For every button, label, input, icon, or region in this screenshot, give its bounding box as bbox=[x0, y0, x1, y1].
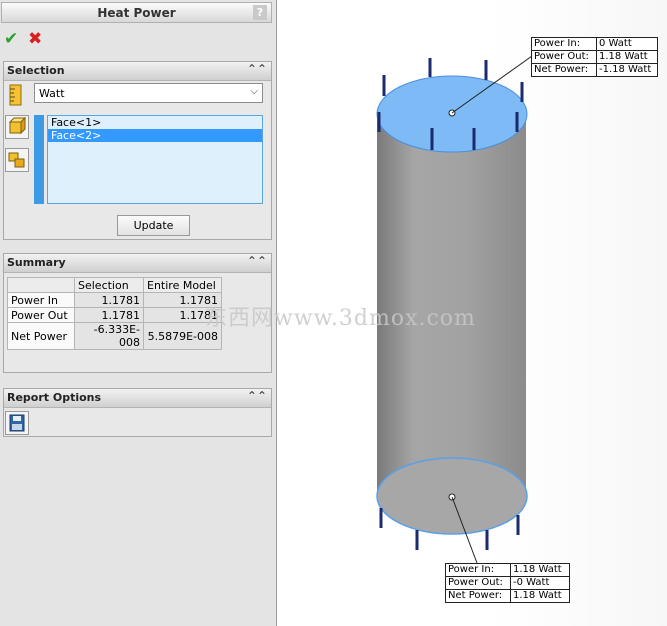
units-dropdown[interactable]: Watt ⌵ bbox=[34, 83, 263, 103]
help-icon[interactable]: ? bbox=[253, 5, 267, 20]
summary-table: Selection Entire Model Power In 1.1781 1… bbox=[7, 277, 222, 350]
table-row: Net Power -6.333E-008 5.5879E-008 bbox=[7, 322, 222, 350]
callout-row: Power Out: 1.18 Watt bbox=[532, 50, 657, 63]
ok-check-icon[interactable]: ✔ bbox=[4, 30, 18, 48]
table-row: Power In 1.1781 1.1781 bbox=[7, 292, 222, 308]
callout-key: Power In: bbox=[532, 38, 597, 50]
callout-row: Power Out: -0 Watt bbox=[446, 576, 569, 589]
units-value: Watt bbox=[39, 87, 65, 100]
callout-value: 1.18 Watt bbox=[599, 51, 648, 62]
table-header-selection: Selection bbox=[74, 277, 144, 293]
callout-key: Net Power: bbox=[532, 64, 597, 76]
report-options-title: Report Options bbox=[7, 391, 102, 404]
table-header-blank bbox=[7, 277, 75, 293]
cell-selection: -6.333E-008 bbox=[74, 322, 144, 350]
panel-titlebar: Heat Power ? bbox=[1, 2, 272, 23]
units-ruler-icon bbox=[9, 84, 22, 106]
row-label: Power In bbox=[7, 292, 75, 308]
row-label: Power Out bbox=[7, 307, 75, 323]
report-options-header[interactable]: Report Options ⌃⌃ bbox=[4, 389, 271, 408]
callout-key: Power Out: bbox=[446, 577, 511, 589]
callout-value: -1.18 Watt bbox=[599, 64, 652, 75]
watermark-text: 东西网www.3dmox.com bbox=[205, 306, 476, 331]
callout-value: 0 Watt bbox=[599, 38, 632, 49]
panel-title: Heat Power bbox=[97, 6, 176, 20]
selection-focus-strip bbox=[34, 115, 44, 204]
callout-value: -0 Watt bbox=[513, 577, 550, 588]
selection-section-header[interactable]: Selection ⌃⌃ bbox=[4, 62, 271, 81]
callout-value: 1.18 Watt bbox=[513, 590, 562, 601]
update-button[interactable]: Update bbox=[117, 215, 190, 236]
callout-row: Power In: 1.18 Watt bbox=[446, 564, 569, 576]
callout-value: 1.18 Watt bbox=[513, 564, 562, 575]
list-item-selected[interactable]: Face<2> bbox=[48, 129, 262, 142]
face-selection-list[interactable]: Face<1> Face<2> bbox=[47, 115, 263, 204]
face-select-icon[interactable] bbox=[5, 115, 29, 139]
top-face-callout: Power In: 0 Watt Power Out: 1.18 Watt Net … bbox=[531, 37, 658, 77]
table-row: Power Out 1.1781 1.1781 bbox=[7, 307, 222, 323]
chevron-down-icon[interactable]: ⌵ bbox=[250, 86, 258, 97]
save-report-icon[interactable] bbox=[5, 411, 29, 435]
cell-selection: 1.1781 bbox=[74, 292, 144, 308]
callout-row: Power In: 0 Watt bbox=[532, 38, 657, 50]
cancel-x-icon[interactable]: ✖ bbox=[28, 30, 42, 48]
summary-section-header[interactable]: Summary ⌃⌃ bbox=[4, 254, 271, 273]
callout-key: Power In: bbox=[446, 564, 511, 576]
callout-key: Net Power: bbox=[446, 590, 511, 602]
row-label: Net Power bbox=[7, 322, 75, 350]
body-select-icon[interactable] bbox=[5, 148, 29, 172]
list-item[interactable]: Face<1> bbox=[48, 116, 262, 129]
callout-row: Net Power: -1.18 Watt bbox=[532, 63, 657, 76]
bottom-face-callout: Power In: 1.18 Watt Power Out: -0 Watt Net… bbox=[445, 563, 570, 603]
callout-row: Net Power: 1.18 Watt bbox=[446, 589, 569, 602]
table-header-entire-model: Entire Model bbox=[143, 277, 222, 293]
summary-section-title: Summary bbox=[7, 256, 66, 269]
collapse-chevron-icon[interactable]: ⌃⌃ bbox=[247, 62, 267, 76]
report-options-section: Report Options ⌃⌃ bbox=[3, 388, 272, 437]
collapse-chevron-icon[interactable]: ⌃⌃ bbox=[247, 389, 267, 403]
collapse-chevron-icon[interactable]: ⌃⌃ bbox=[247, 254, 267, 268]
cell-selection: 1.1781 bbox=[74, 307, 144, 323]
callout-key: Power Out: bbox=[532, 51, 597, 63]
selection-section-title: Selection bbox=[7, 64, 65, 77]
